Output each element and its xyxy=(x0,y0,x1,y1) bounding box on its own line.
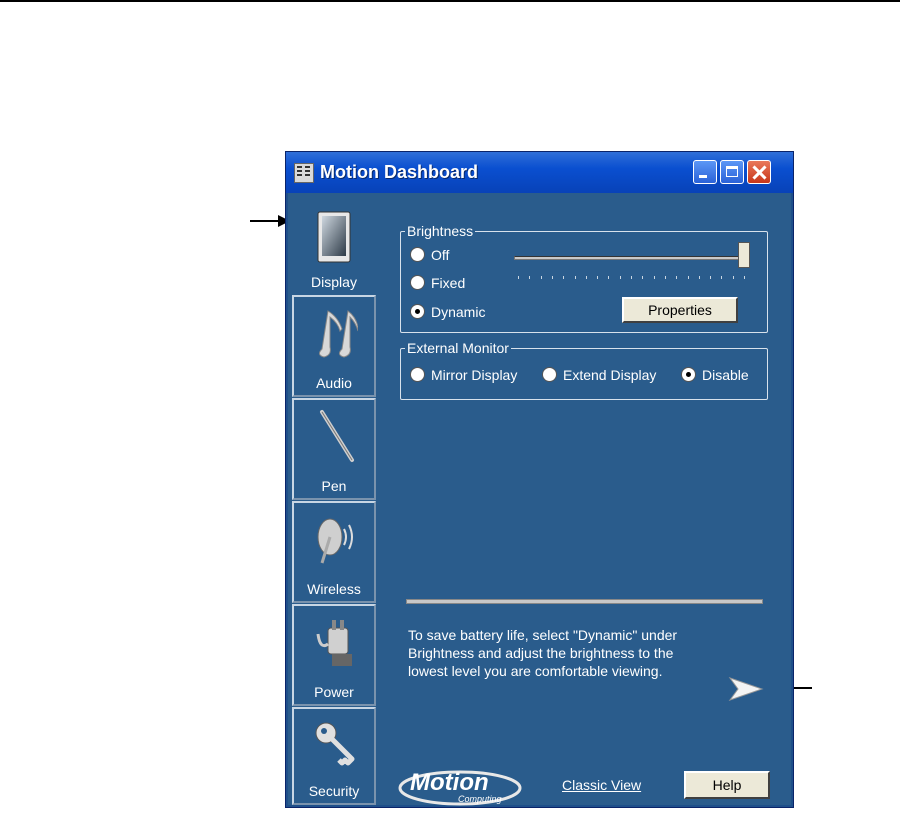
power-plug-icon xyxy=(316,620,352,666)
page-top-rule xyxy=(0,0,900,2)
help-button[interactable]: Help xyxy=(684,771,770,799)
radio-label: Disable xyxy=(702,367,749,383)
slider-tick xyxy=(608,276,610,279)
slider-tick xyxy=(563,276,565,279)
sidebar-item-display[interactable]: Display xyxy=(292,202,376,294)
key-icon xyxy=(315,722,355,766)
slider-tick xyxy=(642,276,644,279)
slider-tick xyxy=(597,276,599,279)
radio-label: Dynamic xyxy=(431,304,486,320)
slider-tick xyxy=(732,276,734,279)
radio-icon xyxy=(410,275,425,290)
tip-line: lowest level you are comfortable viewing… xyxy=(408,663,663,679)
sidebar-item-label: Pen xyxy=(321,478,347,494)
brightness-fixed-radio[interactable]: Fixed xyxy=(410,275,465,291)
brightness-off-radio[interactable]: Off xyxy=(410,247,449,263)
sidebar-item-pen[interactable]: Pen xyxy=(292,398,376,500)
motion-dashboard-window: Motion Dashboard Display Audio Pen Wirel… xyxy=(285,151,794,808)
tip-text: To save battery life, select "Dynamic" u… xyxy=(408,626,748,680)
display-tablet-icon xyxy=(317,211,351,263)
tip-divider xyxy=(406,599,763,604)
brightness-dynamic-radio[interactable]: Dynamic xyxy=(410,304,485,320)
extend-display-radio[interactable]: Extend Display xyxy=(542,367,656,383)
sidebar-item-label: Power xyxy=(314,684,354,700)
wireless-antenna-icon xyxy=(317,518,353,564)
radio-label: Fixed xyxy=(431,275,466,291)
slider-tick xyxy=(585,276,587,279)
slider-tick xyxy=(653,276,655,279)
brightness-slider-thumb[interactable] xyxy=(738,242,750,268)
slider-tick xyxy=(721,276,723,279)
motion-computing-logo: Motion Computing xyxy=(398,769,522,806)
sidebar-item-label: Security xyxy=(308,783,360,799)
sidebar-item-label: Display xyxy=(311,274,357,290)
slider-tick xyxy=(710,276,712,279)
sidebar-item-security[interactable]: Security xyxy=(292,707,376,805)
minimize-button[interactable] xyxy=(693,160,717,184)
radio-label: Off xyxy=(431,247,450,263)
next-tip-arrow-icon[interactable] xyxy=(728,676,764,702)
radio-icon xyxy=(410,367,425,382)
maximize-button[interactable] xyxy=(720,160,744,184)
properties-button[interactable]: Properties xyxy=(622,297,738,323)
classic-view-link[interactable]: Classic View xyxy=(562,777,641,793)
music-notes-icon xyxy=(318,310,358,358)
sidebar-item-label: Audio xyxy=(316,375,352,391)
slider-tick xyxy=(631,276,632,279)
radio-icon xyxy=(542,367,557,382)
close-button[interactable] xyxy=(747,160,771,184)
disable-radio[interactable]: Disable xyxy=(681,367,749,383)
brightness-legend: Brightness xyxy=(407,223,474,239)
radio-selected-icon xyxy=(681,367,696,382)
slider-tick xyxy=(619,276,621,279)
slider-tick xyxy=(529,276,531,279)
slider-tick xyxy=(698,276,700,279)
sidebar-item-power[interactable]: Power xyxy=(292,604,376,706)
window-title: Motion Dashboard xyxy=(320,162,478,182)
slider-tick xyxy=(676,276,678,279)
tip-line: To save battery life, select "Dynamic" u… xyxy=(408,627,678,643)
tip-line: Brightness and adjust the brightness to … xyxy=(408,645,674,661)
annotation-arrow-left xyxy=(250,215,290,227)
radio-label: Extend Display xyxy=(563,367,657,383)
sidebar-item-audio[interactable]: Audio xyxy=(292,295,376,397)
title-bar[interactable]: Motion Dashboard xyxy=(286,152,793,193)
radio-label: Mirror Display xyxy=(431,367,518,383)
slider-tick xyxy=(744,276,745,279)
app-icon xyxy=(294,163,314,183)
slider-tick xyxy=(687,276,689,279)
radio-selected-icon xyxy=(410,304,425,319)
slider-tick xyxy=(664,276,666,279)
slider-tick xyxy=(518,276,519,279)
radio-icon xyxy=(410,247,425,262)
brightness-slider-track[interactable] xyxy=(514,256,750,260)
svg-text:Computing: Computing xyxy=(458,794,502,804)
slider-tick xyxy=(574,276,576,279)
slider-tick xyxy=(540,276,542,279)
mirror-display-radio[interactable]: Mirror Display xyxy=(410,367,517,383)
external-monitor-legend: External Monitor xyxy=(407,340,509,356)
sidebar-item-wireless[interactable]: Wireless xyxy=(292,501,376,603)
svg-text:Motion: Motion xyxy=(410,769,489,796)
pen-stylus-icon xyxy=(320,410,354,462)
sidebar-item-label: Wireless xyxy=(307,581,361,597)
slider-tick xyxy=(551,276,553,279)
